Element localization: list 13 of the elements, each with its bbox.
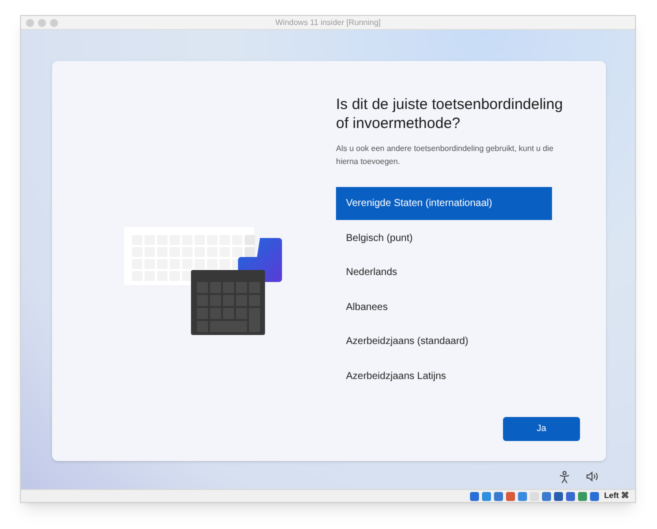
window-title: Windows 11 insider [Running] <box>275 18 382 26</box>
layout-option[interactable]: Verenigde Staten (internationaal) <box>336 187 552 220</box>
setup-description: Als u ook een andere toetsenbordindeling gebruikt, kunt u die hierna toevoegen. <box>336 143 554 168</box>
accessibility-icon[interactable] <box>559 471 570 484</box>
volume-icon[interactable] <box>586 471 599 482</box>
layout-option[interactable]: Albanees <box>336 290 552 324</box>
confirm-button[interactable]: Ja <box>503 417 580 441</box>
layout-option[interactable]: Azerbeidzjaans (standaard) <box>336 325 552 358</box>
layout-option[interactable]: Nederlands <box>336 256 552 289</box>
setup-heading: Is dit de juiste toetsenbordindeling of invoermethode? <box>336 95 564 133</box>
layout-option[interactable]: Azerbeidzjaans Latijns <box>336 360 552 392</box>
layout-option[interactable]: Belgisch (punt) <box>336 222 552 254</box>
host-key-label: Left ⌘ <box>604 492 629 500</box>
